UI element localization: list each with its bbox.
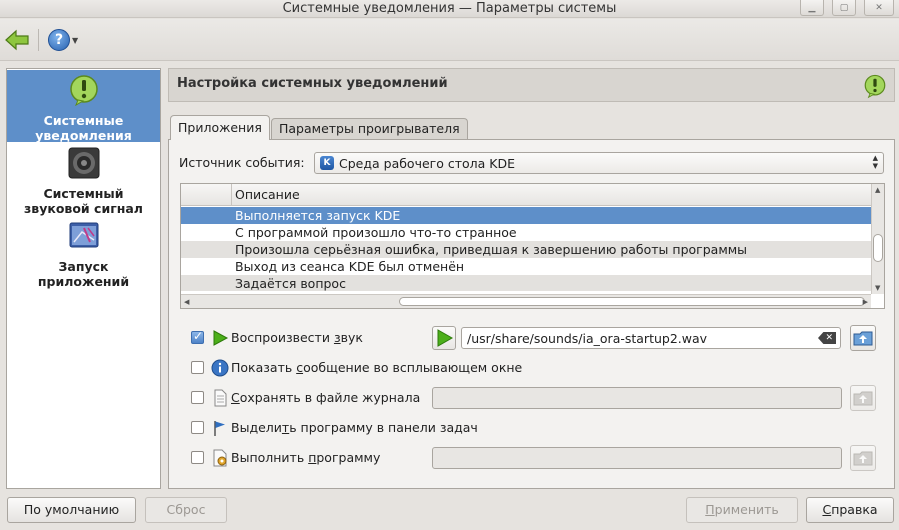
event-source-select[interactable]: K Среда рабочего стола KDE ▲ ▼ [314,152,884,174]
run-program-input[interactable] [432,447,842,469]
play-icon [213,330,229,346]
close-icon: ✕ [875,2,883,13]
tab-label: Параметры проигрывателя [279,121,460,136]
table-row[interactable]: С программой произошло что-то странное [181,224,871,241]
back-arrow-icon [5,29,29,51]
toolbar-separator [38,29,39,51]
flag-icon [214,421,225,436]
table-header-blank[interactable] [181,184,232,205]
script-icon [213,449,227,467]
maximize-icon: ▢ [839,2,849,13]
scrollbar-thumb[interactable] [399,297,865,306]
help-icon: ? [48,29,70,51]
sidebar: Системные уведомления Системный звуковой… [6,68,161,489]
chevron-updown-icon: ▲ ▼ [872,154,878,170]
scroll-right-icon: ▶ [862,298,868,306]
page-title: Настройка системных уведомлений [177,76,448,91]
notification-icon [864,74,886,99]
option-log-file: Сохранять в файле журнала [191,385,891,411]
table-row[interactable]: Произошла серьёзная ошибка, приведшая к … [181,241,871,258]
reset-button[interactable]: Сброс [145,497,227,523]
tab-label: Приложения [178,120,262,135]
minimize-button[interactable]: ▁ [800,0,824,16]
folder-open-icon [853,331,873,346]
sidebar-item-label: Системные уведомления [35,113,132,143]
sidebar-item-launch-feedback[interactable]: Запуск приложений [7,220,160,289]
kde-icon: K [320,156,334,170]
option-taskbar: Выделить программу в панели задач [191,417,891,439]
table-header-description[interactable]: Описание [235,187,300,202]
minimize-icon: ▁ [808,2,816,13]
sound-file-input[interactable]: /usr/share/sounds/ia_ora-startup2.wav ✕ [461,327,841,349]
toolbar: ? ▼ [0,19,899,61]
horizontal-scrollbar[interactable]: ◀ ▶ [181,294,871,308]
run-program-checkbox[interactable] [191,451,204,464]
popup-label: Показать сообщение во всплывающем окне [231,360,523,375]
maximize-button[interactable]: ▢ [832,0,856,16]
events-table: Описание Выполняется запуск KDE С програ… [180,183,885,309]
browse-program-button[interactable] [850,445,876,471]
scroll-down-icon: ▼ [875,284,881,292]
scroll-up-icon: ▲ [875,186,881,194]
sidebar-item-system-bell[interactable]: Системный звуковой сигнал [7,147,160,216]
option-popup: Показать сообщение во всплывающем окне [191,357,891,379]
play-sound-label: Воспроизвести звук [231,330,363,345]
sidebar-item-label: Запуск приложений [37,259,130,289]
scroll-left-icon: ◀ [184,298,190,306]
browse-log-button[interactable] [850,385,876,411]
help-button[interactable]: Справка [806,497,894,523]
event-source-label: Источник события: [179,155,305,170]
event-source-value: Среда рабочего стола KDE [339,156,515,171]
table-row[interactable]: Выход из сеанса KDE был отменён [181,258,871,275]
sidebar-item-notifications[interactable]: Системные уведомления [7,70,160,143]
chevron-down-icon: ▼ [72,35,79,45]
title-bar: Системные уведомления — Параметры систем… [0,0,899,18]
folder-open-icon [853,391,873,406]
clear-input-icon[interactable]: ✕ [818,332,836,344]
browse-sound-button[interactable] [850,325,876,351]
close-button[interactable]: ✕ [864,0,894,16]
table-row[interactable]: Задаётся вопрос [181,275,871,291]
tab-content: Источник события: K Среда рабочего стола… [168,139,895,489]
table-header: Описание [181,184,871,206]
run-program-label: Выполнить программу [231,450,381,465]
sound-file-path: /usr/share/sounds/ia_ora-startup2.wav [467,331,708,346]
sidebar-item-label: Системный звуковой сигнал [24,186,143,216]
speaker-icon [68,147,99,179]
play-sound-checkbox[interactable] [191,329,204,344]
play-sound-button[interactable] [432,326,456,350]
folder-open-icon [853,451,873,466]
notification-icon [69,75,98,107]
option-run-program: Выполнить программу [191,445,891,471]
taskbar-checkbox[interactable] [191,421,204,434]
vertical-scrollbar[interactable]: ▲ ▼ [871,184,884,294]
popup-checkbox[interactable] [191,361,204,374]
log-file-checkbox[interactable] [191,391,204,404]
window-title: Системные уведомления — Параметры систем… [282,1,617,16]
log-file-label: Сохранять в файле журнала [231,390,421,405]
play-icon [437,329,454,347]
panel-header: Настройка системных уведомлений [168,68,895,102]
launch-feedback-icon [69,222,98,248]
document-icon [214,389,227,407]
apply-button[interactable]: Применить [686,497,798,523]
back-button[interactable] [4,27,30,53]
defaults-button[interactable]: По умолчанию [7,497,136,523]
help-menu-button[interactable]: ? ▼ [48,28,82,52]
scrollbar-thumb[interactable] [873,234,883,262]
main-panel: Настройка системных уведомлений Приложен… [168,68,895,489]
table-row[interactable]: Выполняется запуск KDE [181,207,871,224]
option-play-sound: Воспроизвести звук /usr/share/sounds/ia_… [191,325,891,351]
log-file-input[interactable] [432,387,842,409]
tab-player-settings[interactable]: Параметры проигрывателя [271,118,468,139]
info-icon [211,359,229,377]
tab-applications[interactable]: Приложения [170,115,270,140]
taskbar-label: Выделить программу в панели задач [231,420,478,435]
